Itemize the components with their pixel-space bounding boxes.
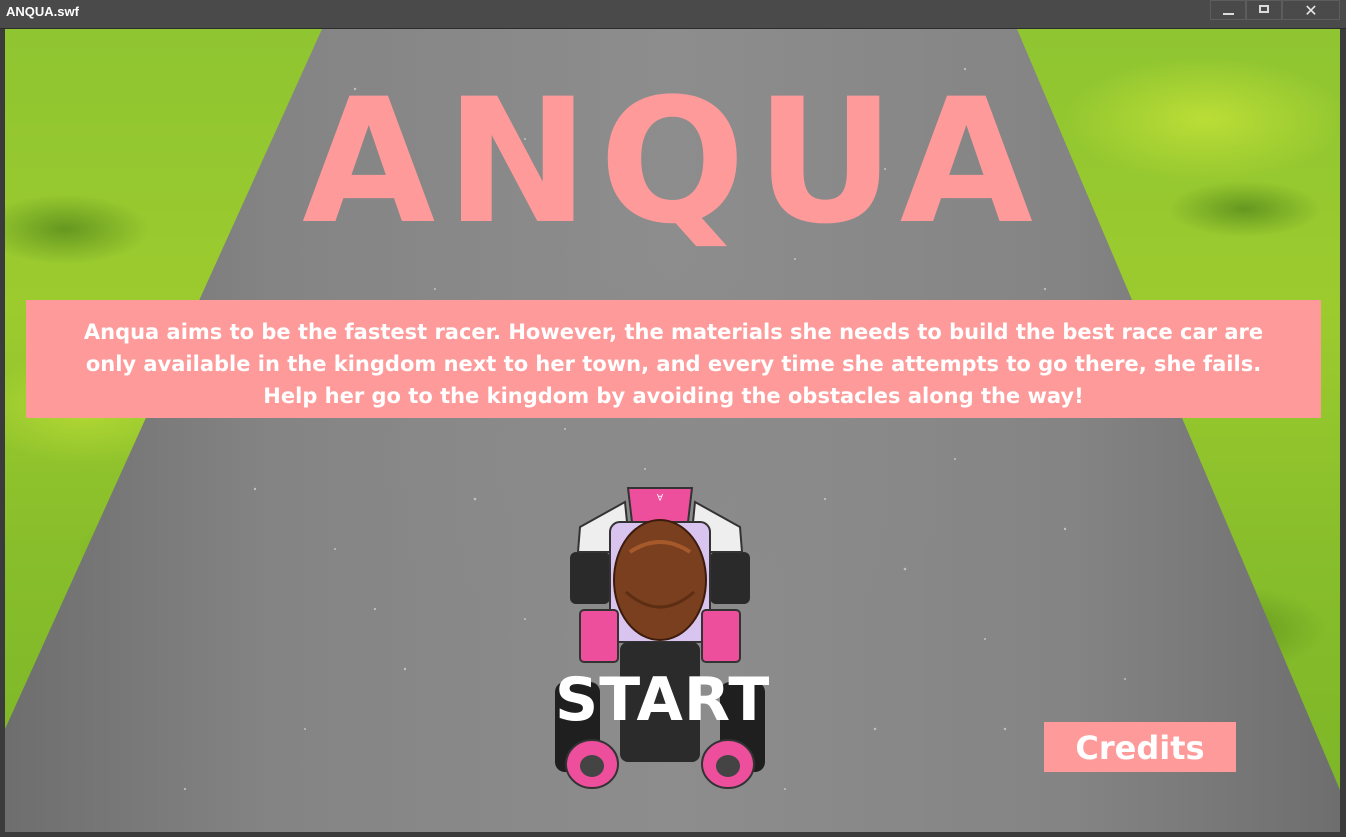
start-button[interactable]: START [555,664,769,736]
window-title: ANQUA.swf [6,4,79,19]
kart-wheel [710,552,750,604]
credits-button[interactable]: Credits [1044,722,1236,772]
minimize-icon [1223,13,1234,15]
kart-side-pod [701,609,741,663]
driver-hair [613,519,707,641]
maximize-button[interactable] [1246,0,1282,20]
window-controls: ✕ [1210,0,1340,22]
race-kart-illustration: A [555,487,765,789]
story-description: Anqua aims to be the fastest racer. Howe… [26,300,1321,418]
game-title: ANQUA [302,61,1043,262]
story-text: Anqua aims to be the fastest racer. Howe… [83,320,1264,408]
close-icon: ✕ [1304,1,1318,20]
close-button[interactable]: ✕ [1282,0,1340,20]
maximize-icon [1259,5,1269,13]
kart-side-pod [579,609,619,663]
window-titlebar: ANQUA.swf ✕ [0,0,1346,29]
kart-letter: A [656,491,663,501]
minimize-button[interactable] [1210,0,1246,20]
kart-wheel [570,552,610,604]
